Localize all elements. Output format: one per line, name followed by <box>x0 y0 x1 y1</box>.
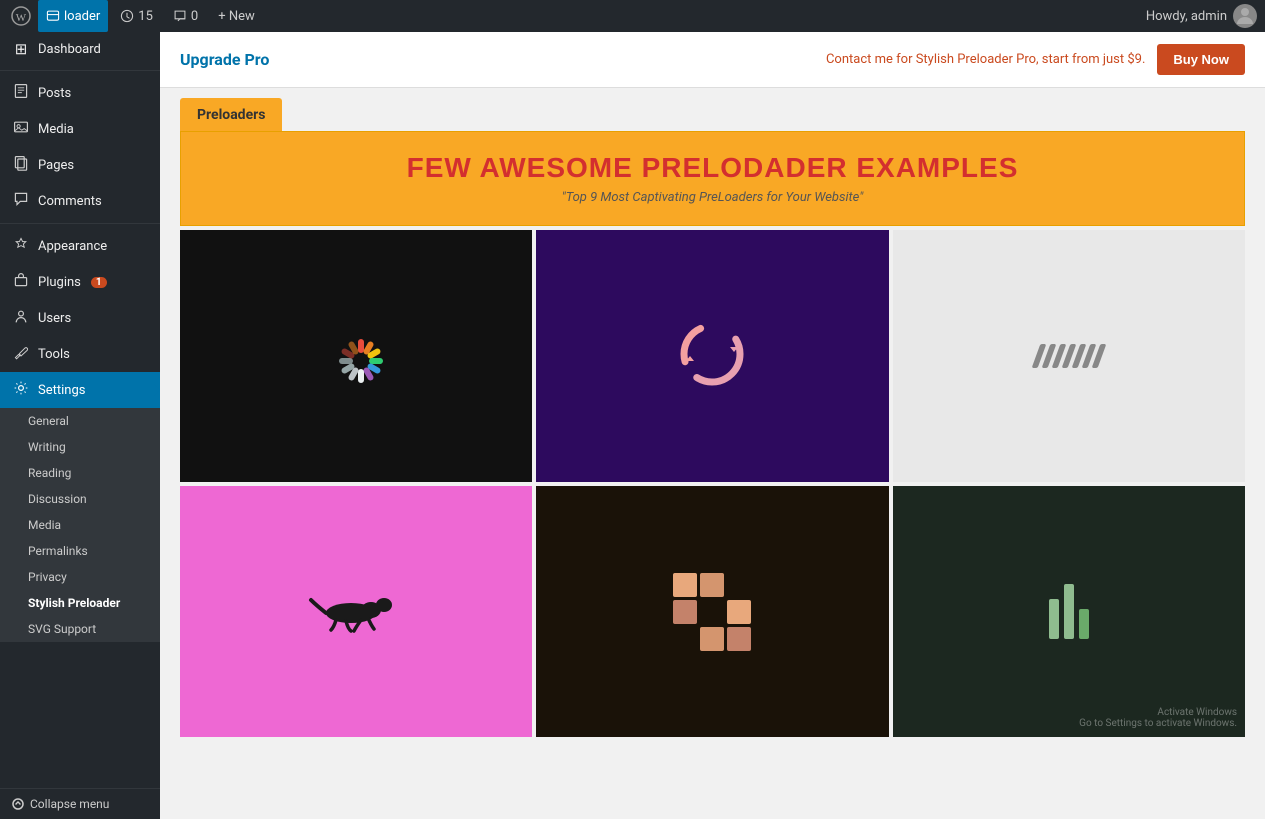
plugins-badge: 1 <box>91 277 107 288</box>
svg-text:W: W <box>16 12 27 24</box>
sidebar-item-media[interactable]: Media <box>0 111 160 147</box>
adminbar-new[interactable]: + New <box>210 0 263 32</box>
sidebar-item-tools[interactable]: Tools <box>0 336 160 372</box>
settings-submenu: General Writing Reading Discussion Media… <box>0 408 160 642</box>
dashboard-icon: ⊞ <box>12 40 30 58</box>
adminbar-comments[interactable]: 0 <box>165 0 206 32</box>
plugins-icon <box>12 272 30 292</box>
sidebar-item-label: Dashboard <box>38 42 101 57</box>
pages-icon <box>12 155 30 175</box>
spinner-bars <box>1049 584 1089 639</box>
preloader-card-6: Activate Windows Go to Settings to activ… <box>893 486 1245 738</box>
spinner-cheetah <box>296 585 416 639</box>
spinner-mosaic <box>673 573 751 651</box>
admin-avatar[interactable] <box>1233 4 1257 28</box>
appearance-icon <box>12 236 30 256</box>
adminbar-howdy: Howdy, admin <box>1146 4 1257 28</box>
submenu-media[interactable]: Media <box>0 512 160 538</box>
upgrade-bar: Upgrade Pro Contact me for Stylish Prelo… <box>160 32 1265 88</box>
preloader-card-2 <box>536 230 888 482</box>
sidebar-item-label: Users <box>38 311 71 326</box>
submenu-reading[interactable]: Reading <box>0 460 160 486</box>
activate-windows-subtext: Go to Settings to activate Windows. <box>1079 718 1237 729</box>
mosaic-square <box>673 627 697 651</box>
submenu-general[interactable]: General <box>0 408 160 434</box>
preloader-card-1 <box>180 230 532 482</box>
tab-bar: Preloaders <box>180 98 1245 131</box>
mosaic-square <box>727 627 751 651</box>
adminbar-updates[interactable]: 15 <box>112 0 161 32</box>
posts-icon <box>12 83 30 103</box>
media-icon <box>12 119 30 139</box>
submenu-svg-support[interactable]: SVG Support <box>0 616 160 642</box>
bar <box>1064 584 1074 639</box>
mosaic-square <box>700 627 724 651</box>
mosaic-square <box>727 573 751 597</box>
spinner-circle-arrows <box>672 314 752 398</box>
preloader-card-4 <box>180 486 532 738</box>
submenu-permalinks[interactable]: Permalinks <box>0 538 160 564</box>
tab-preloaders[interactable]: Preloaders <box>180 98 282 131</box>
sidebar-item-users[interactable]: Users <box>0 300 160 336</box>
menu-separator <box>0 70 160 71</box>
tools-icon <box>12 344 30 364</box>
preloader-banner: FEW AWESOME PRELODADER EXAMPLES "Top 9 M… <box>180 131 1245 226</box>
mosaic-square <box>727 600 751 624</box>
mosaic-square <box>673 600 697 624</box>
submenu-writing[interactable]: Writing <box>0 434 160 460</box>
wp-logo[interactable]: W <box>8 0 34 32</box>
submenu-privacy[interactable]: Privacy <box>0 564 160 590</box>
sidebar-item-comments[interactable]: Comments <box>0 183 160 219</box>
sidebar-item-posts[interactable]: Posts <box>0 75 160 111</box>
comments-icon <box>12 191 30 211</box>
admin-sidebar: ⊞ Dashboard Posts Media <box>0 32 160 819</box>
sidebar-item-label: Plugins <box>38 275 81 290</box>
upgrade-contact-text: Contact me for Stylish Preloader Pro, st… <box>826 52 1145 67</box>
preloader-grid: Activate Windows Go to Settings to activ… <box>180 230 1245 737</box>
page-content: Preloaders FEW AWESOME PRELODADER EXAMPL… <box>160 88 1265 747</box>
sidebar-item-label: Comments <box>38 194 102 209</box>
buy-now-button[interactable]: Buy Now <box>1157 44 1245 75</box>
sidebar-item-label: Pages <box>38 158 74 173</box>
sidebar-item-label: Tools <box>38 347 70 362</box>
sidebar-item-dashboard[interactable]: ⊞ Dashboard <box>0 32 160 66</box>
bar <box>1049 599 1059 639</box>
sidebar-arrow <box>154 384 160 396</box>
activate-windows-text: Activate Windows <box>1079 707 1237 718</box>
collapse-menu-button[interactable]: Collapse menu <box>0 789 160 819</box>
sidebar-item-label: Posts <box>38 86 71 101</box>
submenu-stylish-preloader[interactable]: Stylish Preloader <box>0 590 160 616</box>
menu-bottom: Collapse menu <box>0 788 160 819</box>
sidebar-item-pages[interactable]: Pages <box>0 147 160 183</box>
mosaic-square <box>673 573 697 597</box>
submenu-discussion[interactable]: Discussion <box>0 486 160 512</box>
upgrade-bar-right: Contact me for Stylish Preloader Pro, st… <box>826 44 1245 75</box>
preloader-card-5 <box>536 486 888 738</box>
main-content: Upgrade Pro Contact me for Stylish Prelo… <box>160 32 1265 819</box>
preloader-card-3 <box>893 230 1245 482</box>
mosaic-square <box>700 573 724 597</box>
sidebar-item-label: Settings <box>38 383 85 398</box>
sidebar-item-plugins[interactable]: Plugins 1 <box>0 264 160 300</box>
adminbar-site[interactable]: loader <box>38 0 108 32</box>
upgrade-bar-title: Upgrade Pro <box>180 50 269 69</box>
spinner-petals <box>316 316 396 396</box>
settings-icon <box>12 380 30 400</box>
spinner-lines <box>1036 344 1102 368</box>
sidebar-item-settings[interactable]: Settings <box>0 372 160 408</box>
sidebar-item-label: Media <box>38 122 74 137</box>
banner-title: FEW AWESOME PRELODADER EXAMPLES <box>201 152 1224 184</box>
mosaic-square <box>700 600 724 624</box>
sidebar-item-label: Appearance <box>38 239 107 254</box>
sidebar-item-appearance[interactable]: Appearance <box>0 228 160 264</box>
admin-bar: W loader 15 0 + New Howdy, admin <box>0 0 1265 32</box>
bar <box>1079 609 1089 639</box>
windows-watermark: Activate Windows Go to Settings to activ… <box>1079 707 1237 729</box>
banner-subtitle: "Top 9 Most Captivating PreLoaders for Y… <box>201 190 1224 205</box>
users-icon <box>12 308 30 328</box>
menu-separator <box>0 223 160 224</box>
